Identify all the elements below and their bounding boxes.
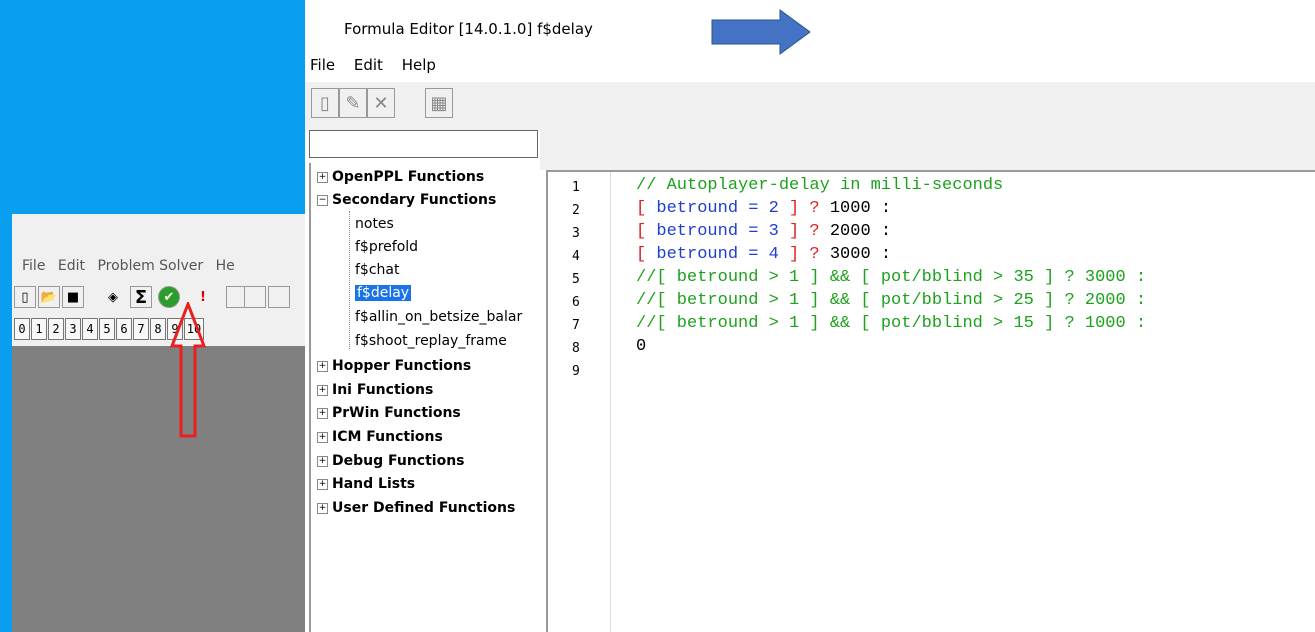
num-button-2[interactable]: 2 xyxy=(48,318,64,340)
toolbar-button[interactable] xyxy=(268,286,290,308)
expand-icon[interactable]: + xyxy=(317,431,328,443)
tree-user-defined-functions[interactable]: + User Defined Functions xyxy=(317,500,515,516)
editor-menu-help[interactable]: Help xyxy=(402,56,436,74)
expand-icon[interactable]: + xyxy=(317,455,328,467)
line-number: 8 xyxy=(572,341,580,356)
tree-item-shoot-replay-frame[interactable]: f$shoot_replay_frame xyxy=(355,333,507,349)
red-up-arrow-icon xyxy=(170,302,206,438)
grid-icon[interactable]: ▦ xyxy=(425,88,453,118)
function-filter-input[interactable] xyxy=(309,130,538,158)
tree-item-allin-on-betsize[interactable]: f$allin_on_betsize_balar xyxy=(355,309,522,325)
menu-file[interactable]: File xyxy=(22,258,45,274)
expand-icon[interactable]: + xyxy=(317,384,328,396)
code-line-8: 0 xyxy=(636,337,647,356)
expand-icon[interactable]: + xyxy=(317,360,328,372)
menu-problem-solver[interactable]: Problem Solver xyxy=(97,258,203,274)
line-number: 4 xyxy=(572,249,580,264)
window-title: Formula Editor [14.0.1.0] f$delay xyxy=(344,20,593,38)
line-number: 2 xyxy=(572,203,580,218)
line-number: 9 xyxy=(572,364,580,379)
new-file-icon[interactable]: ▯ xyxy=(14,286,36,308)
line-number-gutter: 1 2 3 4 5 6 7 8 9 xyxy=(548,172,611,632)
tree-connector xyxy=(349,211,350,349)
num-button-7[interactable]: 7 xyxy=(133,318,149,340)
toolbar-button[interactable] xyxy=(244,286,266,308)
function-tree[interactable]: + OpenPPL Functions − Secondary Functions … xyxy=(309,163,540,632)
delete-icon[interactable]: ✕ xyxy=(367,88,395,118)
menu-edit[interactable]: Edit xyxy=(58,258,85,274)
code-line-3: [ betround = 3 ] ? 2000 : xyxy=(636,222,892,241)
line-number: 5 xyxy=(572,272,580,287)
num-button-1[interactable]: 1 xyxy=(31,318,47,340)
tree-ini-functions[interactable]: + Ini Functions xyxy=(317,382,433,398)
expand-icon[interactable]: + xyxy=(317,407,328,419)
tree-item-delay[interactable]: f$delay xyxy=(355,285,412,301)
save-icon[interactable]: ■ xyxy=(62,286,84,308)
code-line-2: [ betround = 2 ] ? 1000 : xyxy=(636,199,892,218)
tree-openppl-functions[interactable]: + OpenPPL Functions xyxy=(317,169,484,185)
blue-right-arrow-icon xyxy=(711,9,811,55)
new-icon[interactable]: ▯ xyxy=(311,88,339,118)
number-button-row: 0 1 2 3 4 5 6 7 8 9 10 xyxy=(12,318,305,344)
main-menu-bar: File Edit Problem Solver He xyxy=(22,258,243,274)
table-area xyxy=(12,346,305,632)
code-line-1: // Autoplayer-delay in milli-seconds xyxy=(636,176,1004,195)
tree-item-notes[interactable]: notes xyxy=(355,216,394,232)
expand-icon[interactable]: + xyxy=(317,502,328,514)
open-folder-icon[interactable]: 📂 xyxy=(38,286,60,308)
num-button-4[interactable]: 4 xyxy=(82,318,98,340)
rename-pencil-icon[interactable]: ✎ xyxy=(339,88,367,118)
tree-hopper-functions[interactable]: + Hopper Functions xyxy=(317,358,471,374)
code-editor[interactable]: 1 2 3 4 5 6 7 8 9 // Autoplayer-delay in… xyxy=(546,170,1315,632)
num-button-3[interactable]: 3 xyxy=(65,318,81,340)
tree-item-chat[interactable]: f$chat xyxy=(355,262,399,278)
editor-menu-file[interactable]: File xyxy=(310,56,335,74)
diamond-icon[interactable]: ◈ xyxy=(102,286,124,308)
editor-menu-bar: File Edit Help xyxy=(310,56,450,74)
num-button-5[interactable]: 5 xyxy=(99,318,115,340)
main-toolbar: ▯ 📂 ■ ◈ Σ ✔ ! xyxy=(12,286,305,314)
editor-top-panel xyxy=(540,130,1315,170)
line-number: 6 xyxy=(572,295,580,310)
tree-item-prefold[interactable]: f$prefold xyxy=(355,239,418,255)
code-line-4: [ betround = 4 ] ? 3000 : xyxy=(636,245,892,264)
code-line-6: //[ betround > 1 ] && [ pot/bblind > 25 … xyxy=(636,291,1147,310)
tree-secondary-functions[interactable]: − Secondary Functions xyxy=(317,192,496,208)
line-number: 7 xyxy=(572,318,580,333)
tree-icm-functions[interactable]: + ICM Functions xyxy=(317,429,443,445)
tree-prwin-functions[interactable]: + PrWin Functions xyxy=(317,405,461,421)
editor-toolbar: ▯ ✎ ✕ ▦ xyxy=(305,82,1315,130)
expand-icon[interactable]: + xyxy=(317,171,328,183)
expand-icon[interactable]: + xyxy=(317,478,328,490)
tree-hand-lists[interactable]: + Hand Lists xyxy=(317,476,415,492)
menu-help[interactable]: He xyxy=(216,258,235,274)
editor-menu-edit[interactable]: Edit xyxy=(354,56,383,74)
num-button-8[interactable]: 8 xyxy=(150,318,166,340)
collapse-icon[interactable]: − xyxy=(317,194,328,206)
num-button-0[interactable]: 0 xyxy=(14,318,30,340)
code-line-5: //[ betround > 1 ] && [ pot/bblind > 35 … xyxy=(636,268,1147,287)
num-button-6[interactable]: 6 xyxy=(116,318,132,340)
tree-debug-functions[interactable]: + Debug Functions xyxy=(317,453,465,469)
formula-editor-icon[interactable]: Σ xyxy=(130,286,152,308)
code-line-7: //[ betround > 1 ] && [ pot/bblind > 15 … xyxy=(636,314,1147,333)
line-number: 3 xyxy=(572,226,580,241)
line-number: 1 xyxy=(572,180,580,195)
